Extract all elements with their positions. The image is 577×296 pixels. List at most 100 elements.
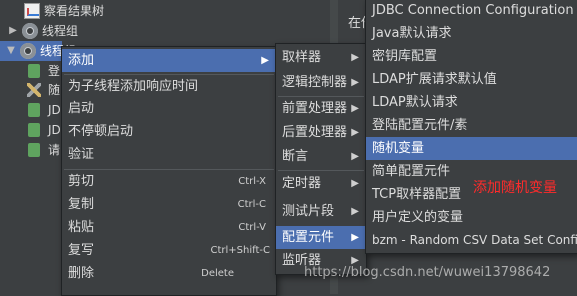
menu-item-label: 登陆配置元件/素	[372, 118, 468, 133]
menu-item-label: 添加	[68, 53, 95, 68]
menu-item-label: 不停顿启动	[68, 124, 134, 139]
config-item-random-csv[interactable]: bzm - Random CSV Data Set Config	[366, 229, 577, 252]
config-icon	[27, 83, 41, 97]
add-submenu: 取样器 ▶ 逻辑控制器 ▶ 前置处理器 ▶ 后置处理器 ▶ 断言 ▶ 定时器 ▶…	[275, 43, 367, 275]
menu-item-add[interactable]: 添加 ▶	[62, 49, 276, 72]
context-menu: 添加 ▶ 为子线程添加响应时间 启动 不停顿启动 验证 剪切 Ctrl-X 复制…	[61, 46, 277, 296]
config-item-random-variable[interactable]: 随机变量	[366, 137, 577, 160]
submenu-item-post-processor[interactable]: 后置处理器 ▶	[276, 121, 366, 144]
menu-item-shortcut: Ctrl-V	[238, 222, 266, 233]
submenu-arrow-icon: ▶	[351, 77, 359, 88]
config-item-ldap-extended-defaults[interactable]: LDAP扩展请求默认值	[366, 68, 577, 91]
sampler-icon	[28, 143, 40, 157]
menu-item-duplicate[interactable]: 复写 Ctrl+Shift-C	[62, 239, 276, 262]
watermark-text: https://blog.csdn.net/wuwei13798642	[304, 265, 551, 280]
sampler-icon	[28, 103, 40, 117]
menu-item-label: Java默认请求	[372, 26, 452, 41]
config-item-login-config[interactable]: 登陆配置元件/素	[366, 114, 577, 137]
tree-item-label: 察看结果树	[44, 4, 105, 18]
menu-separator	[278, 170, 364, 171]
menu-item-shortcut: Ctrl+Shift-C	[210, 245, 271, 256]
menu-item-paste[interactable]: 粘贴 Ctrl-V	[62, 216, 276, 239]
config-item-java-defaults[interactable]: Java默认请求	[366, 22, 577, 45]
menu-item-label: bzm - Random CSV Data Set Config	[372, 233, 577, 247]
submenu-arrow-icon: ▶	[351, 127, 359, 138]
tree-item-jdbc-2[interactable]: JD	[0, 120, 61, 140]
submenu-arrow-icon: ▶	[351, 103, 359, 114]
menu-item-label: 粘贴	[68, 220, 95, 235]
menu-item-label: 复写	[68, 243, 95, 258]
menu-item-label: 密钥库配置	[372, 49, 438, 64]
gear-icon	[22, 23, 38, 39]
menu-item-validate[interactable]: 验证	[62, 143, 276, 166]
tree-item-label: 登	[48, 64, 61, 78]
tree-item-thread-group-2[interactable]: ▼ 线程组	[0, 41, 76, 61]
submenu-arrow-icon: ▶	[351, 151, 359, 162]
chart-icon	[24, 3, 40, 19]
menu-item-label: 复制	[68, 197, 95, 212]
config-element-submenu: JDBC Connection Configuration Java默认请求 密…	[365, 0, 577, 254]
collapse-arrow-icon[interactable]: ▼	[6, 41, 16, 61]
menu-item-label: 定时器	[282, 176, 322, 191]
submenu-arrow-icon: ▶	[351, 52, 359, 63]
menu-item-add-response-time[interactable]: 为子线程添加响应时间	[62, 75, 276, 98]
config-item-keystore[interactable]: 密钥库配置	[366, 45, 577, 68]
menu-item-label: 配置元件	[282, 230, 335, 245]
tree-item-label: JD	[48, 103, 61, 117]
menu-item-label: 为子线程添加响应时间	[68, 79, 199, 94]
submenu-arrow-icon: ▶	[261, 55, 269, 66]
menu-item-label: 测试片段	[282, 204, 335, 219]
menu-item-copy[interactable]: 复制 Ctrl-C	[62, 193, 276, 216]
tree-item-label: 请	[48, 143, 61, 157]
tree-item-label: 线程组	[42, 24, 79, 38]
submenu-item-config-element[interactable]: 配置元件 ▶	[276, 226, 366, 249]
menu-item-label: JDBC Connection Configuration	[372, 3, 574, 18]
menu-item-shortcut: Ctrl-X	[238, 176, 266, 187]
config-item-user-defined-variables[interactable]: 用户定义的变量	[366, 206, 577, 229]
sampler-icon	[28, 64, 40, 78]
menu-item-delete[interactable]: 删除 Delete	[62, 262, 276, 285]
tree-item-label: JD	[48, 123, 61, 137]
tree-item-login[interactable]: 登	[0, 61, 60, 81]
menu-item-label: 启动	[68, 101, 95, 116]
menu-item-label: 删除	[68, 266, 95, 281]
menu-item-label: 简单配置元件	[372, 164, 451, 179]
submenu-item-logic-controller[interactable]: 逻辑控制器 ▶	[276, 71, 366, 94]
menu-item-label: 逻辑控制器	[282, 75, 348, 90]
menu-item-label: 前置处理器	[282, 101, 348, 116]
menu-item-label: 后置处理器	[282, 125, 348, 140]
menu-item-label: 断言	[282, 149, 309, 164]
tree-item-jdbc-1[interactable]: JD	[0, 100, 61, 120]
sampler-icon	[28, 123, 40, 137]
submenu-item-pre-processor[interactable]: 前置处理器 ▶	[276, 97, 366, 120]
submenu-item-timer[interactable]: 定时器 ▶	[276, 172, 366, 195]
menu-item-label: 验证	[68, 147, 95, 162]
menu-item-start[interactable]: 启动	[62, 97, 276, 120]
menu-item-shortcut: Delete	[201, 268, 234, 279]
menu-item-label: 剪切	[68, 174, 95, 189]
submenu-item-test-fragment[interactable]: 测试片段 ▶	[276, 200, 366, 223]
menu-item-label: 用户定义的变量	[372, 210, 464, 225]
menu-item-label: TCP取样器配置	[372, 187, 462, 202]
submenu-arrow-icon: ▶	[351, 178, 359, 189]
submenu-arrow-icon: ▶	[351, 206, 359, 217]
tree-item-label: 随	[48, 83, 61, 97]
submenu-item-sampler[interactable]: 取样器 ▶	[276, 46, 366, 69]
config-item-jdbc-connection[interactable]: JDBC Connection Configuration	[366, 0, 577, 22]
menu-item-shortcut: Ctrl-C	[237, 199, 266, 210]
annotation-text: 添加随机变量	[473, 180, 557, 196]
submenu-arrow-icon: ▶	[351, 232, 359, 243]
tree-item-thread-group-1[interactable]: ▶ 线程组	[0, 21, 330, 41]
submenu-item-assertion[interactable]: 断言 ▶	[276, 145, 366, 168]
menu-item-label: LDAP扩展请求默认值	[372, 72, 497, 87]
menu-item-cut[interactable]: 剪切 Ctrl-X	[62, 170, 276, 193]
menu-item-label: 取样器	[282, 50, 322, 65]
menu-item-label: 随机变量	[372, 141, 425, 156]
expand-arrow-icon[interactable]: ▶	[8, 21, 18, 41]
tree-item-random[interactable]: 随	[0, 80, 60, 100]
menu-item-label: LDAP默认请求	[372, 95, 458, 110]
menu-item-start-no-pause[interactable]: 不停顿启动	[62, 120, 276, 143]
tree-item-view-results[interactable]: 察看结果树	[0, 1, 330, 21]
tree-item-request[interactable]: 请	[0, 140, 60, 160]
config-item-ldap-defaults[interactable]: LDAP默认请求	[366, 91, 577, 114]
